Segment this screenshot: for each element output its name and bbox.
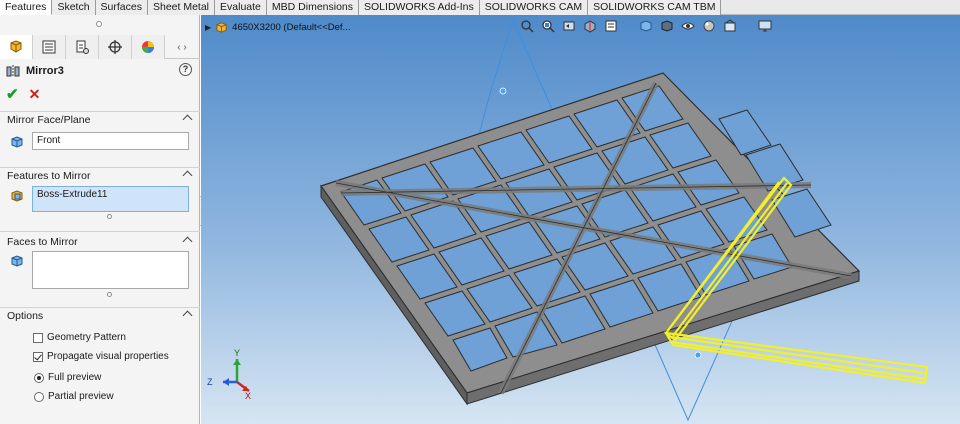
panel-resize-grip[interactable] <box>96 21 102 27</box>
tab-sheet-metal[interactable]: Sheet Metal <box>147 0 216 15</box>
faces-to-mirror-header[interactable]: Faces to Mirror <box>0 234 200 250</box>
geometry-pattern-option[interactable]: Geometry Pattern <box>33 332 126 343</box>
collapse-chevron-icon[interactable] <box>182 310 193 321</box>
tab-features[interactable]: Features <box>0 0 53 15</box>
feature-title-row: Mirror3 ? <box>6 63 194 79</box>
propagate-visual-option[interactable]: Propagate visual properties <box>33 351 169 362</box>
propagate-visual-checkbox[interactable] <box>33 351 43 362</box>
list-resize-grip[interactable] <box>107 214 112 219</box>
features-to-mirror-section: Features to Mirror Boss-Extrude11 <box>0 167 200 231</box>
command-manager-tabs: Features Sketch Surfaces Sheet Metal Eva… <box>0 0 960 15</box>
geometry-pattern-label: Geometry Pattern <box>47 332 126 343</box>
feature-title: Mirror3 <box>26 65 64 77</box>
display-manager-tab[interactable] <box>132 35 165 59</box>
faces-to-mirror-section: Faces to Mirror <box>0 231 200 305</box>
model-view: Y X Z <box>207 19 929 422</box>
more-tabs-arrow[interactable]: ‹ › <box>165 35 199 59</box>
face-selection-icon <box>11 255 23 267</box>
full-preview-label: Full preview <box>48 372 102 383</box>
tab-solidworks-addins[interactable]: SOLIDWORKS Add-Ins <box>359 0 480 15</box>
feature-tree-icon <box>10 40 22 53</box>
grid-frame-part[interactable] <box>320 72 861 406</box>
tab-mbd-dimensions[interactable]: MBD Dimensions <box>266 0 360 15</box>
property-manager-panel: ‹ › Mirror3 ? ✔ ✕ Mirror Face/Plane Fron… <box>0 15 200 424</box>
feature-manager-tab[interactable] <box>0 35 33 59</box>
dimxpert-manager-tab[interactable] <box>99 35 132 59</box>
crosshair-icon <box>108 40 122 54</box>
full-preview-option[interactable]: Full preview <box>34 372 101 383</box>
manager-tabs: ‹ › <box>0 35 200 59</box>
collapse-chevron-icon[interactable] <box>182 236 193 247</box>
partial-preview-label: Partial preview <box>48 391 114 402</box>
graphics-area[interactable]: ▶ 4650X3200 (Default<<Def... Y X Z <box>201 15 960 424</box>
mirror-face-header[interactable]: Mirror Face/Plane <box>0 112 200 128</box>
triad-x-label: X <box>245 391 251 401</box>
collapse-chevron-icon[interactable] <box>182 170 193 181</box>
partial-preview-radio[interactable] <box>34 391 44 402</box>
options-header[interactable]: Options <box>0 308 200 324</box>
help-icon[interactable]: ? <box>179 63 192 76</box>
property-manager-tab[interactable] <box>33 35 66 59</box>
feature-selection-icon <box>11 190 23 202</box>
coordinate-triad: Y X Z <box>207 348 251 401</box>
full-preview-radio[interactable] <box>34 372 44 383</box>
geometry-pattern-checkbox[interactable] <box>33 332 43 343</box>
propagate-visual-label: Propagate visual properties <box>47 351 169 362</box>
tab-surfaces[interactable]: Surfaces <box>95 0 148 15</box>
faces-to-mirror-label: Faces to Mirror <box>7 236 78 248</box>
cancel-button[interactable]: ✕ <box>29 86 41 103</box>
tab-sketch[interactable]: Sketch <box>52 0 96 15</box>
configuration-icon <box>76 40 89 54</box>
options-label: Options <box>7 310 44 322</box>
options-section: Options Geometry Pattern Propagate visua… <box>0 307 200 424</box>
mirror-feature-icon <box>6 65 20 77</box>
property-list-icon <box>42 40 56 54</box>
mirror-face-label: Mirror Face/Plane <box>7 114 91 126</box>
triad-z-label: Z <box>207 377 213 387</box>
list-resize-grip[interactable] <box>107 292 112 297</box>
configuration-manager-tab[interactable] <box>66 35 99 59</box>
triad-y-label: Y <box>234 348 240 358</box>
partial-preview-option[interactable]: Partial preview <box>34 391 114 402</box>
ok-cancel-row: ✔ ✕ <box>6 85 41 104</box>
faces-to-mirror-list[interactable] <box>32 251 189 289</box>
tab-solidworks-cam-tbm[interactable]: SOLIDWORKS CAM TBM <box>588 0 722 15</box>
mirror-plane-field[interactable]: Front <box>32 132 189 150</box>
tab-evaluate[interactable]: Evaluate <box>215 0 267 15</box>
plane-selection-icon <box>11 136 23 148</box>
features-to-mirror-list[interactable]: Boss-Extrude11 <box>32 186 189 212</box>
tab-solidworks-cam[interactable]: SOLIDWORKS CAM <box>479 0 589 15</box>
features-to-mirror-label: Features to Mirror <box>7 170 91 182</box>
appearance-icon <box>142 41 154 53</box>
features-to-mirror-header[interactable]: Features to Mirror <box>0 168 200 184</box>
plane-handle[interactable] <box>499 87 507 95</box>
plane-handle[interactable] <box>694 351 702 359</box>
ok-button[interactable]: ✔ <box>6 85 19 103</box>
collapse-chevron-icon[interactable] <box>182 114 193 125</box>
mirror-face-section: Mirror Face/Plane Front <box>0 111 200 160</box>
